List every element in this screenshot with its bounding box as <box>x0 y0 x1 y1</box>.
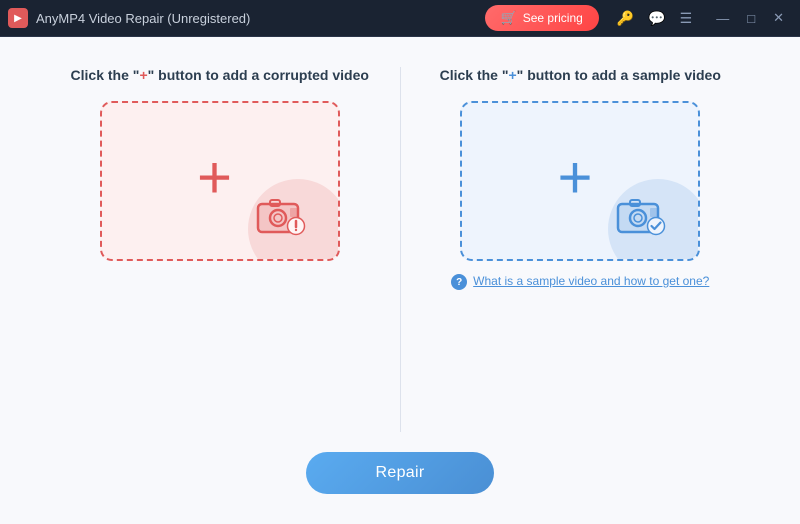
titlebar-icons: 🔑 💬 ☰ <box>611 6 698 31</box>
app-icon <box>8 8 28 28</box>
titlebar-right: 🛒 See pricing 🔑 💬 ☰ — □ ✕ <box>485 5 792 31</box>
corrupted-camera-icon-wrap <box>256 194 308 241</box>
right-panel: Click the "+" button to add a sample vid… <box>401 67 761 432</box>
help-link-text: What is a sample video and how to get on… <box>473 273 709 290</box>
right-panel-title: Click the "+" button to add a sample vid… <box>440 67 721 83</box>
chat-button[interactable]: 💬 <box>642 6 671 31</box>
close-icon: ✕ <box>773 10 784 25</box>
corrupted-camera-icon <box>256 194 308 236</box>
repair-button[interactable]: Repair <box>306 452 495 494</box>
repair-btn-wrap: Repair <box>40 432 760 504</box>
close-button[interactable]: ✕ <box>765 6 792 30</box>
maximize-icon: □ <box>747 11 755 26</box>
menu-button[interactable]: ☰ <box>674 6 699 31</box>
corrupted-plus-icon: + <box>197 148 232 208</box>
key-icon: 🔑 <box>617 10 634 27</box>
main-content: Click the "+" button to add a corrupted … <box>0 37 800 524</box>
sample-camera-icon-wrap <box>616 194 668 241</box>
corrupted-drop-zone-inner: + <box>102 103 338 259</box>
maximize-button[interactable]: □ <box>739 7 763 30</box>
see-pricing-button[interactable]: 🛒 See pricing <box>485 5 599 31</box>
minimize-icon: — <box>716 11 729 26</box>
chat-icon: 💬 <box>648 10 665 27</box>
right-plus-char: + <box>508 67 516 83</box>
cart-icon: 🛒 <box>501 10 517 26</box>
app-title: AnyMP4 Video Repair (Unregistered) <box>36 11 250 26</box>
help-icon: ? <box>451 274 467 290</box>
window-controls: — □ ✕ <box>708 6 792 30</box>
key-button[interactable]: 🔑 <box>611 6 640 31</box>
titlebar: AnyMP4 Video Repair (Unregistered) 🛒 See… <box>0 0 800 36</box>
sample-video-help-link[interactable]: ? What is a sample video and how to get … <box>451 273 709 290</box>
sample-camera-icon <box>616 194 668 236</box>
sample-video-drop-zone[interactable]: + <box>460 101 700 261</box>
titlebar-left: AnyMP4 Video Repair (Unregistered) <box>8 8 250 28</box>
see-pricing-label: See pricing <box>523 11 583 25</box>
left-panel: Click the "+" button to add a corrupted … <box>40 67 400 432</box>
left-plus-char: + <box>139 67 147 83</box>
left-panel-title: Click the "+" button to add a corrupted … <box>71 67 369 83</box>
repair-label: Repair <box>376 464 425 481</box>
sample-drop-zone-inner: + <box>462 103 698 259</box>
sample-plus-icon: + <box>557 148 592 208</box>
menu-icon: ☰ <box>680 10 693 27</box>
panels-container: Click the "+" button to add a corrupted … <box>40 67 760 432</box>
minimize-button[interactable]: — <box>708 7 737 30</box>
corrupted-video-drop-zone[interactable]: + <box>100 101 340 261</box>
